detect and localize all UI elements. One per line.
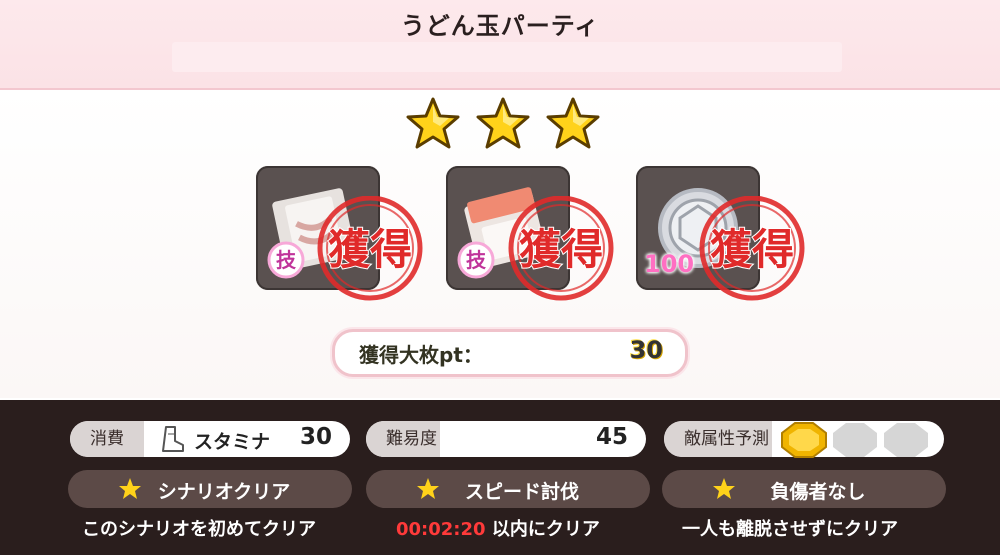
points-value: 30: [629, 336, 663, 364]
acquired-stamp-icon: 獲得: [317, 196, 423, 301]
difficulty-key: 難易度: [366, 421, 440, 457]
points-label: 獲得大枚pt：: [359, 343, 483, 367]
star-icon: [546, 97, 600, 149]
stage-header: うどん玉パーティ: [0, 0, 1000, 90]
stamina-key: 消費: [70, 421, 144, 457]
condition-speed-clear: スピード討伐: [366, 470, 650, 508]
star-rating: [405, 96, 605, 156]
star-icon: [406, 97, 460, 149]
attribute-empty-icon: [833, 423, 877, 457]
stamina-label: スタミナ: [194, 431, 271, 453]
star-icon: [476, 97, 530, 149]
svg-text:獲得: 獲得: [328, 225, 412, 274]
condition-label: スピード討伐: [464, 481, 579, 503]
stamina-pill: 消費 スタミナ 30: [70, 421, 350, 457]
condition-desc-2-text: 以内にクリア: [491, 519, 600, 540]
condition-no-injury: 負傷者なし: [662, 470, 946, 508]
reward-quantity: 100: [644, 250, 695, 278]
stage-title: うどん玉パーティ: [400, 12, 600, 40]
acquired-stamp-icon: 獲得: [508, 196, 614, 301]
svg-text:技: 技: [276, 248, 297, 272]
stamina-value: 30: [299, 424, 332, 450]
flower-badge-icon: 技: [267, 241, 305, 279]
time-limit: 00:02:20: [396, 519, 486, 540]
condition-desc-2: 00:02:20 以内にクリア: [396, 515, 600, 541]
condition-label: 負傷者なし: [770, 481, 866, 503]
attribute-gold-icon: [781, 422, 827, 458]
flower-badge-icon: 技: [457, 241, 495, 279]
acquired-stamp-icon: 獲得: [699, 196, 805, 301]
difficulty-pill: 難易度 45: [366, 421, 646, 457]
points-bar: 獲得大枚pt： 30: [332, 329, 688, 377]
attribute-empty-icon: [884, 423, 928, 457]
svg-text:技: 技: [466, 248, 487, 272]
svg-text:獲得: 獲得: [710, 225, 794, 274]
boot-icon: [162, 426, 184, 452]
enemy-attribute-key: 敵属性予測: [664, 421, 772, 457]
svg-text:獲得: 獲得: [519, 225, 603, 274]
condition-label: シナリオクリア: [157, 481, 291, 503]
condition-desc-1: このシナリオを初めてクリア: [82, 519, 316, 540]
difficulty-value: 45: [595, 424, 628, 450]
condition-scenario-clear: シナリオクリア: [68, 470, 352, 508]
subtitle-bar: [172, 42, 842, 72]
condition-desc-3: 一人も離脱させずにクリア: [682, 519, 898, 540]
